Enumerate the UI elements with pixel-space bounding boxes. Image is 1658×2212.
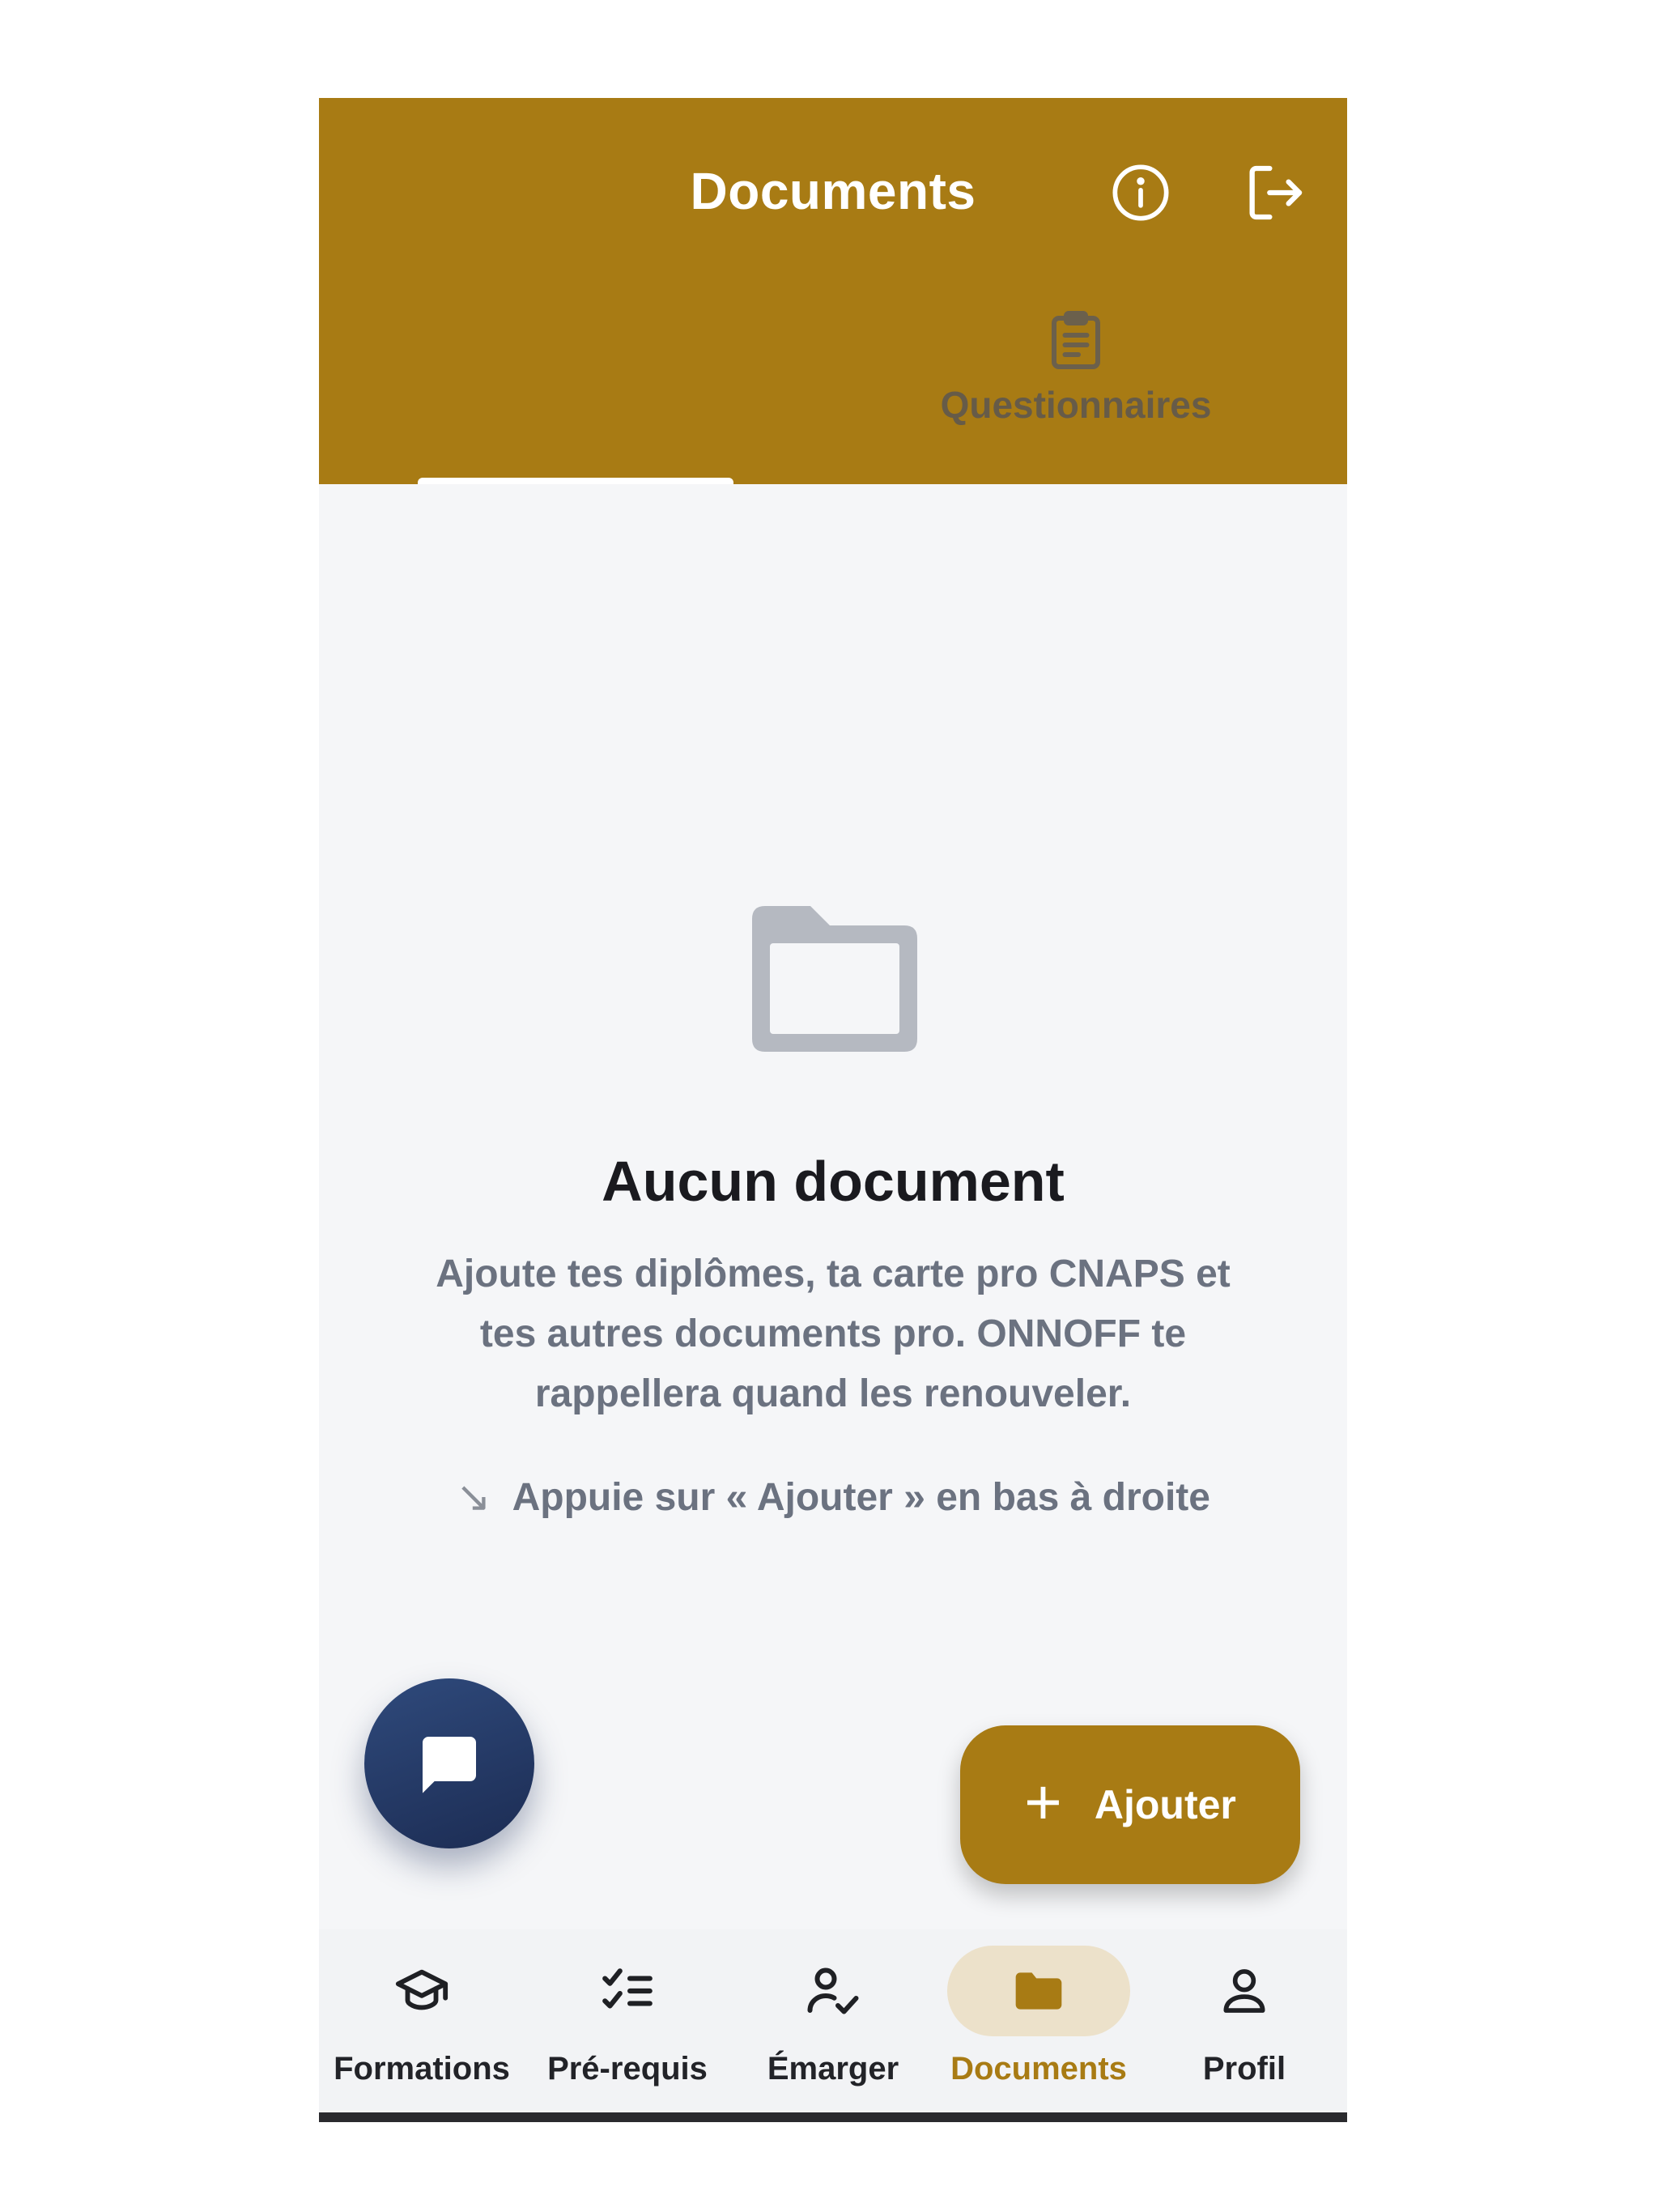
nav-item-emarger[interactable]: Émarger [730,1929,936,2112]
tab-questionnaires[interactable]: Questionnaires [918,308,1234,470]
empty-hint-text: Appuie sur « Ajouter » en bas à droite [512,1475,1210,1519]
nav-label-emarger: Émarger [767,2051,899,2087]
empty-state: Aucun document Ajoute tes diplômes, ta c… [319,900,1347,1521]
nav-icon-container [1153,1946,1336,2036]
nav-label-documents: Documents [950,2051,1127,2087]
nav-item-formations[interactable]: Formations [319,1929,525,2112]
empty-title: Aucun document [602,1150,1065,1213]
nav-label-formations: Formations [334,2051,510,2087]
folder-icon [1015,1972,1062,2010]
active-tab-indicator [418,478,733,484]
nav-label-profil: Profil [1202,2051,1286,2087]
graduation-cap-icon [395,1969,449,2010]
bottom-navigation: Formations Pré-requis Émarger Documents … [319,1929,1347,2112]
nav-icon-container [536,1946,719,2036]
info-button[interactable] [1104,156,1177,229]
page: Documents Questionnaires Aucun document … [0,0,1658,2212]
user-check-icon [807,1967,859,2014]
bottom-edge-bar [319,2112,1347,2122]
folder-outline-icon [752,906,917,1052]
clipboard-icon [1052,311,1100,369]
info-circle-icon [1112,164,1169,221]
tab-questionnaires-label: Questionnaires [940,384,1212,426]
user-icon [1223,1969,1265,2013]
arrow-down-right-icon: ↘ [456,1474,491,1521]
nav-active-pill [947,1946,1130,2036]
app-screen: Documents Questionnaires Aucun document … [319,98,1347,2122]
nav-label-prerequis: Pré-requis [547,2051,708,2087]
nav-item-prerequis[interactable]: Pré-requis [525,1929,730,2112]
app-header: Documents Questionnaires [319,98,1347,484]
nav-icon-container [742,1946,925,2036]
chat-button[interactable] [364,1678,534,1848]
logout-button[interactable] [1239,156,1312,229]
chat-bubble-icon [423,1737,476,1793]
empty-description: Ajoute tes diplômes, ta carte pro CNAPS … [436,1253,1231,1415]
add-button-label: Ajouter [1094,1782,1236,1827]
plus-icon: + [1024,1766,1062,1838]
add-document-button[interactable]: + Ajouter [960,1725,1300,1884]
empty-hint: ↘ Appuie sur « Ajouter » en bas à droite [319,1473,1347,1521]
nav-item-profil[interactable]: Profil [1141,1929,1347,2112]
checklist-icon [602,1968,653,2009]
logout-icon [1249,165,1303,220]
nav-item-documents[interactable]: Documents [936,1929,1141,2112]
page-title: Documents [690,162,976,220]
nav-icon-container [330,1946,513,2036]
tab-documents[interactable] [416,308,732,470]
